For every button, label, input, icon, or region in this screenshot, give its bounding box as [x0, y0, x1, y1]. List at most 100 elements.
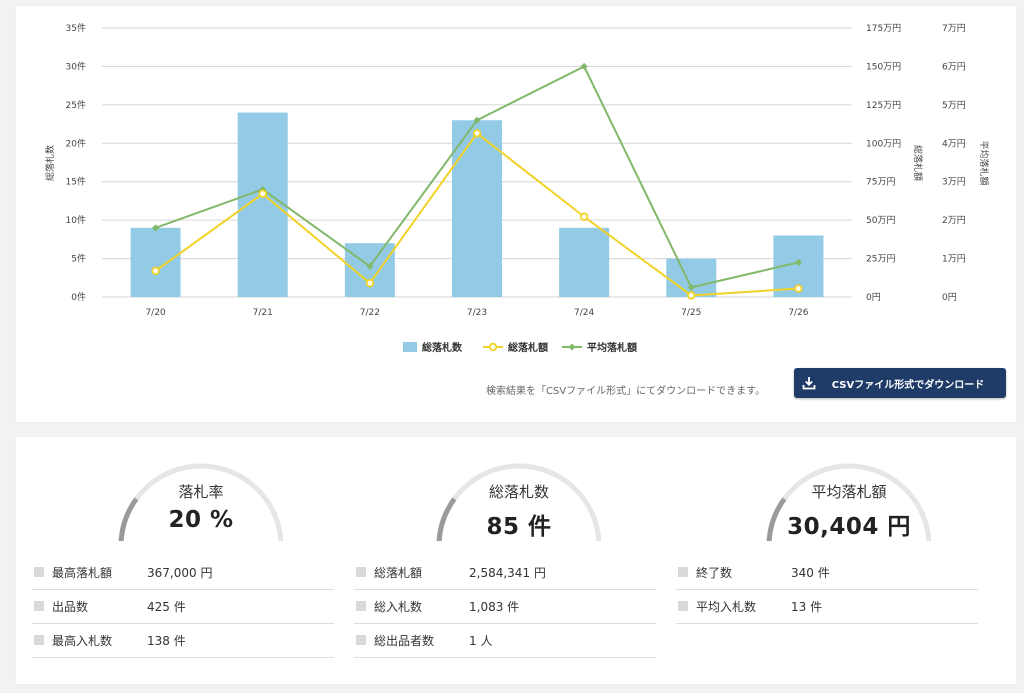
y-right2-tick-label: 0円 [942, 292, 957, 303]
bar [666, 258, 717, 297]
x-tick-label: 7/24 [574, 308, 594, 318]
legend-marker-average [568, 343, 576, 351]
y-right1-tick-label: 75万円 [866, 177, 895, 188]
point-total [794, 284, 803, 293]
y-right2-tick-label: 3万円 [942, 177, 966, 188]
gauge-value: 20 % [168, 507, 234, 533]
stat-label: 総入札数 [374, 599, 423, 614]
bar [344, 243, 395, 297]
y-left-tick-label: 35件 [66, 22, 86, 34]
gauge-value: 85 件 [486, 514, 552, 540]
stat-row: 総入札数 1,083 件 [354, 589, 656, 624]
x-tick-label: 7/20 [145, 308, 165, 318]
y-right1-tick-label: 100万円 [866, 138, 901, 149]
gauge-title: 平均落札額 [811, 483, 887, 501]
point-total [472, 129, 482, 138]
gauge-total-sold: 総落札数 85 件 [434, 451, 604, 547]
csv-download-label: CSVファイル形式でダウンロード [831, 379, 985, 391]
stats-card: 落札率 20 % 最高落札額 367,000 円 出品数 425 件 最高入札数… [16, 437, 1016, 684]
legend-marker-total [488, 342, 498, 352]
point-total [579, 212, 589, 221]
y-right2-tick-label: 7万円 [942, 23, 966, 34]
y-left-axis-title: 総落札数 [44, 145, 56, 181]
stat-row: 最高落札額 367,000 円 [32, 555, 334, 590]
bullet-square [34, 601, 44, 611]
stat-value: 1,083 件 [469, 599, 520, 614]
gauge-success-rate: 落札率 20 % [116, 451, 286, 547]
stat-label: 最高落札額 [52, 565, 113, 580]
legend-label: 総落札数 [422, 341, 463, 354]
y-left-tick-label: 5件 [71, 253, 86, 265]
bullet-square [356, 601, 366, 611]
gauge-average-price: 平均落札額 30,404 円 [764, 451, 934, 547]
stat-value: 425 件 [147, 599, 186, 614]
y-left-tick-label: 25件 [66, 99, 86, 111]
y-right1-axis-title: 総落札額 [912, 145, 924, 181]
y-right2-tick-label: 6万円 [942, 61, 966, 72]
gauge-value: 30,404 円 [787, 514, 911, 540]
point-total [687, 291, 696, 300]
stat-row: 終了数 340 件 [676, 555, 978, 590]
y-left-tick-label: 20件 [66, 137, 86, 149]
bullet-square [678, 601, 688, 611]
legend-label: 総落札額 [508, 341, 548, 354]
x-tick-label: 7/22 [360, 308, 380, 318]
y-right1-tick-label: 50万円 [866, 215, 895, 226]
gauge-title: 総落札数 [488, 483, 549, 501]
y-right2-tick-label: 5万円 [942, 100, 966, 111]
y-right1-tick-label: 25万円 [866, 254, 895, 265]
download-note: 検索結果を「CSVファイル形式」にてダウンロードできます。 [486, 386, 766, 397]
download-icon [794, 376, 824, 390]
bar [237, 112, 288, 298]
y-right2-axis-title: 平均落札額 [978, 140, 990, 185]
stat-value: 138 件 [147, 633, 186, 648]
stat-row: 総落札額 2,584,341 円 [354, 555, 656, 590]
y-right1-tick-label: 125万円 [866, 100, 901, 111]
stat-value: 2,584,341 円 [469, 565, 546, 580]
y-left-tick-label: 0件 [71, 291, 86, 303]
bar [559, 227, 610, 297]
y-right1-tick-label: 175万円 [866, 23, 901, 34]
y-left-tick-label: 10件 [66, 214, 86, 226]
y-right2-tick-label: 1万円 [942, 254, 966, 265]
bar [130, 227, 181, 297]
stat-value: 367,000 円 [147, 565, 213, 580]
point-total [365, 278, 375, 288]
bullet-square [678, 567, 688, 577]
csv-download-button[interactable]: CSVファイル形式でダウンロード [794, 368, 1006, 398]
stat-row: 出品数 425 件 [32, 589, 334, 624]
y-right2-tick-label: 4万円 [942, 138, 966, 149]
stat-label: 総出品者数 [374, 633, 435, 648]
stat-label: 最高入札数 [52, 633, 113, 648]
stat-row: 総出品者数 1 人 [354, 623, 656, 658]
stat-value: 1 人 [469, 633, 493, 648]
x-tick-label: 7/21 [253, 308, 273, 318]
y-left-tick-label: 30件 [66, 60, 86, 72]
gauge-title: 落札率 [178, 483, 224, 501]
y-left-tick-label: 15件 [66, 176, 86, 188]
stat-label: 出品数 [52, 599, 89, 614]
bullet-square [34, 635, 44, 645]
stat-value: 340 件 [791, 565, 830, 580]
bullet-square [356, 567, 366, 577]
stat-value: 13 件 [791, 599, 823, 614]
bullet-square [356, 635, 366, 645]
stat-label: 総落札額 [374, 565, 423, 580]
stat-row: 最高入札数 138 件 [32, 623, 334, 658]
legend-label: 平均落札額 [587, 341, 637, 354]
combo-chart: 0件 0円 0円 5件 25万円 1万円 10件 50万円 2万円 15件 75万円 3万円 20件 10… [44, 22, 990, 354]
y-right1-tick-label: 0円 [866, 292, 881, 303]
bullet-square [34, 567, 44, 577]
x-tick-label: 7/26 [788, 308, 808, 318]
x-tick-label: 7/25 [681, 308, 701, 318]
stat-label: 終了数 [696, 565, 733, 580]
stat-label: 平均入札数 [696, 599, 757, 614]
stat-row: 平均入札数 13 件 [676, 589, 978, 624]
chart-card: 0件 0円 0円 5件 25万円 1万円 10件 50万円 2万円 15件 75万円 3万円 20件 10… [16, 6, 1016, 422]
point-average [580, 62, 588, 70]
point-total [258, 189, 267, 198]
legend-swatch-bar [403, 342, 417, 352]
x-tick-label: 7/23 [467, 308, 487, 318]
point-total [151, 266, 160, 276]
y-right2-tick-label: 2万円 [942, 215, 966, 226]
